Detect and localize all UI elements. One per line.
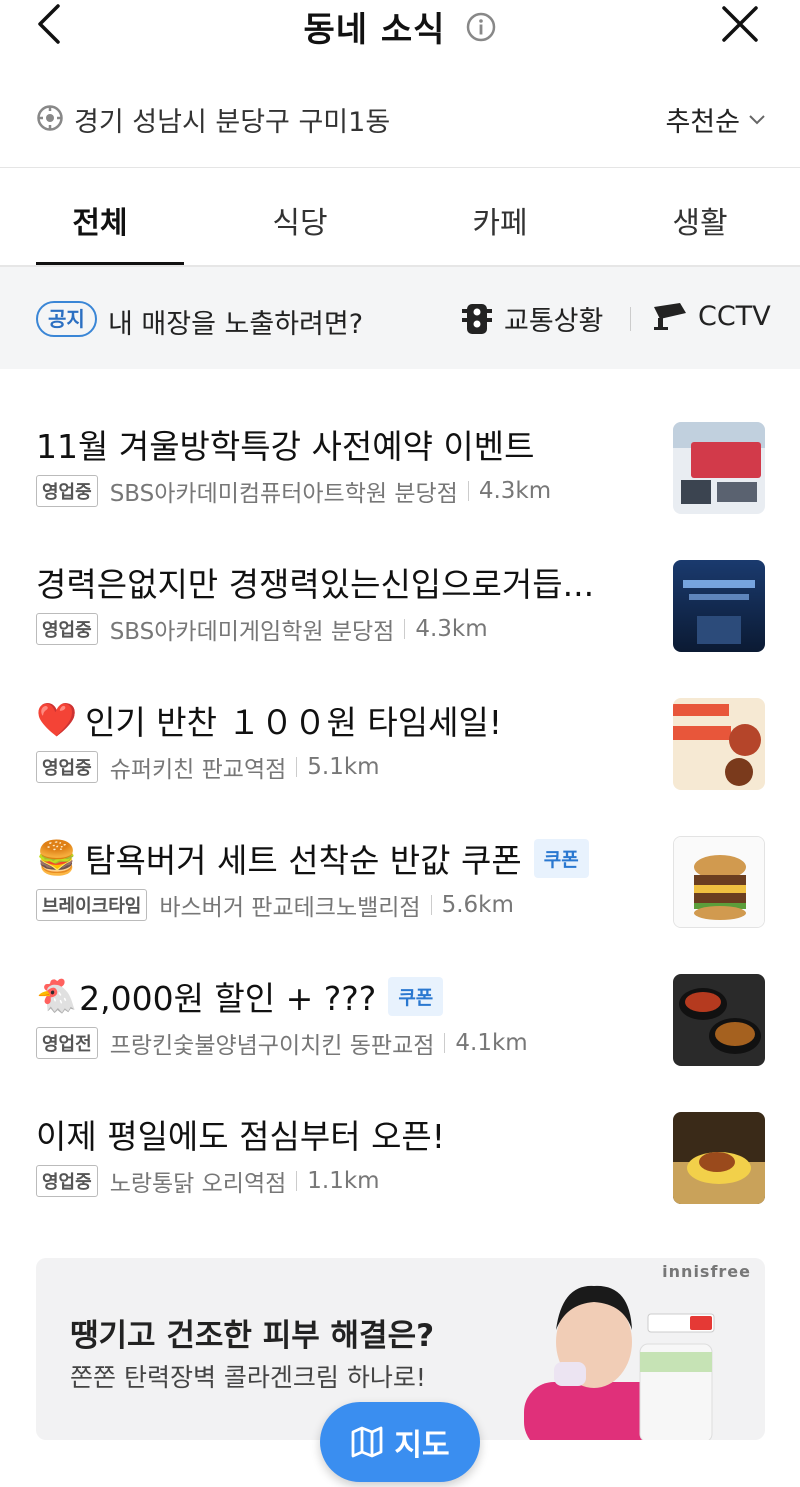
item-title: 🍔 탐욕버거 세트 선착순 반값 쿠폰 쿠폰 — [36, 834, 589, 882]
store-name: 바스버거 판교테크노밸리점 — [159, 895, 421, 921]
item-meta: 영업중 노랑통닭 오리역점 1.1km — [36, 1164, 380, 1198]
divider — [630, 307, 631, 331]
ad-title: 땡기고 건조한 피부 해결은? — [70, 1318, 435, 1354]
page-title: 동네 소식 — [303, 10, 446, 50]
sort-dropdown[interactable]: 추천순 — [665, 100, 766, 139]
store-name: SBS아카데미컴퓨터아트학원 분당점 — [109, 481, 458, 507]
burger-icon: 🍔 — [36, 838, 78, 877]
tab-restaurant[interactable]: 식당 — [200, 168, 400, 266]
item-title: 이제 평일에도 점심부터 오픈! — [36, 1110, 445, 1158]
distance: 5.1km — [307, 754, 380, 780]
distance: 1.1km — [307, 1168, 380, 1194]
tab-all[interactable]: 전체 — [0, 168, 200, 266]
traffic-light-icon — [462, 303, 492, 334]
item-thumbnail — [673, 836, 765, 928]
item-title: ❤️ 인기 반찬 １００원 타임세일! — [36, 696, 502, 744]
item-title-text: 이제 평일에도 점심부터 오픈! — [36, 1117, 446, 1156]
divider — [404, 619, 406, 639]
status-badge: 영업중 — [36, 613, 98, 645]
item-title: 11월 겨울방학특강 사전예약 이벤트 — [36, 420, 535, 468]
close-button[interactable] — [718, 2, 762, 46]
store-name: 프랑킨숯불양념구이치킨 동판교점 — [109, 1033, 435, 1059]
chicken-icon: 🐔 — [36, 976, 78, 1015]
distance: 5.6km — [441, 892, 514, 918]
item-meta: 영업중 SBS아카데미게임학원 분당점 4.3km — [36, 612, 488, 646]
item-meta: 브레이크타임 바스버거 판교테크노밸리점 5.6km — [36, 888, 514, 922]
close-icon — [722, 6, 758, 42]
item-title-text: 11월 겨울방학특강 사전예약 이벤트 — [36, 427, 535, 466]
divider — [296, 757, 298, 777]
status-badge: 영업중 — [36, 751, 98, 783]
item-thumbnail — [673, 560, 765, 652]
store-name: 슈퍼키친 판교역점 — [109, 757, 287, 783]
status-badge: 영업전 — [36, 1027, 98, 1059]
notice-bar: 공지 내 매장을 노출하려면? 교통상황 CCTV — [0, 267, 800, 369]
divider — [467, 481, 469, 501]
map-button[interactable]: 지도 — [320, 1402, 480, 1482]
status-badge: 영업중 — [36, 1165, 98, 1197]
store-name: SBS아카데미게임학원 분당점 — [109, 619, 395, 645]
list-item[interactable]: ❤️ 인기 반찬 １００원 타임세일! 영업중 슈퍼키친 판교역점 5.1km — [0, 676, 800, 796]
list-item[interactable]: 🍔 탐욕버거 세트 선착순 반값 쿠폰 쿠폰 브레이크타임 바스버거 판교테크노밸… — [0, 814, 800, 934]
coupon-badge: 쿠폰 — [388, 976, 444, 1016]
item-meta: 영업전 프랑킨숯불양념구이치킨 동판교점 4.1km — [36, 1026, 528, 1060]
status-badge: 브레이크타임 — [36, 889, 148, 921]
current-location-icon[interactable] — [36, 104, 64, 132]
item-title-text: 탐욕버거 세트 선착순 반값 쿠폰 — [85, 841, 522, 880]
distance: 4.3km — [478, 478, 552, 504]
location-text[interactable]: 경기 성남시 분당구 구미1동 — [74, 100, 390, 139]
coupon-badge: 쿠폰 — [533, 838, 589, 878]
map-button-label: 지도 — [394, 1428, 450, 1463]
ad-subtitle: 쫀쫀 탄력장벽 콜라겐크림 하나로! — [70, 1363, 426, 1392]
distance: 4.1km — [455, 1030, 528, 1056]
divider — [296, 1171, 298, 1191]
cctv-camera-icon — [654, 303, 686, 330]
item-thumbnail — [673, 422, 765, 514]
map-icon — [351, 1426, 383, 1458]
store-name: 노랑통닭 오리역점 — [109, 1171, 287, 1197]
notice-badge: 공지 — [36, 301, 97, 337]
header: 동네 소식 — [0, 0, 800, 56]
list-item[interactable]: 이제 평일에도 점심부터 오픈! 영업중 노랑통닭 오리역점 1.1km — [0, 1090, 800, 1210]
divider — [444, 1033, 446, 1053]
traffic-button[interactable]: 교통상황 — [460, 299, 603, 338]
item-meta: 영업중 슈퍼키친 판교역점 5.1km — [36, 750, 380, 784]
sort-label: 추천순 — [665, 107, 740, 138]
tab-cafe[interactable]: 카페 — [400, 168, 600, 266]
item-thumbnail — [673, 698, 765, 790]
item-title: 경력은없지만 경쟁력있는신입으로거듭... — [36, 558, 594, 606]
info-icon[interactable] — [465, 11, 497, 43]
list-item[interactable]: 11월 겨울방학특강 사전예약 이벤트 영업중 SBS아카데미컴퓨터아트학원 분… — [0, 400, 800, 520]
chevron-down-icon — [749, 114, 765, 124]
item-thumbnail — [673, 1112, 765, 1204]
item-title-text: 인기 반찬 １００원 타임세일! — [85, 703, 503, 742]
status-badge: 영업중 — [36, 475, 98, 507]
cctv-label: CCTV — [698, 300, 771, 332]
traffic-label: 교통상황 — [504, 306, 604, 337]
notice-link[interactable]: 내 매장을 노출하려면? — [108, 302, 363, 341]
item-meta: 영업중 SBS아카데미컴퓨터아트학원 분당점 4.3km — [36, 474, 551, 508]
heart-icon: ❤️ — [36, 700, 78, 739]
category-tabs: 전체 식당 카페 생활 — [0, 168, 800, 266]
location-row: 경기 성남시 분당구 구미1동 추천순 — [0, 96, 800, 140]
item-thumbnail — [673, 974, 765, 1066]
item-title-text: 2,000원 할인 + ??? — [79, 979, 377, 1018]
cctv-button[interactable]: CCTV — [652, 299, 771, 333]
list-item[interactable]: 경력은없지만 경쟁력있는신입으로거듭... 영업중 SBS아카데미게임학원 분당… — [0, 538, 800, 658]
distance: 4.3km — [415, 616, 488, 642]
divider — [430, 895, 432, 915]
list-item[interactable]: 🐔 2,000원 할인 + ??? 쿠폰 영업전 프랑킨숯불양념구이치킨 동판교점… — [0, 952, 800, 1072]
item-title-text: 경력은없지만 경쟁력있는신입으로거듭... — [36, 565, 595, 604]
tab-life[interactable]: 생활 — [600, 168, 800, 266]
item-title: 🐔 2,000원 할인 + ??? 쿠폰 — [36, 972, 444, 1020]
ad-model-image — [524, 1285, 715, 1440]
